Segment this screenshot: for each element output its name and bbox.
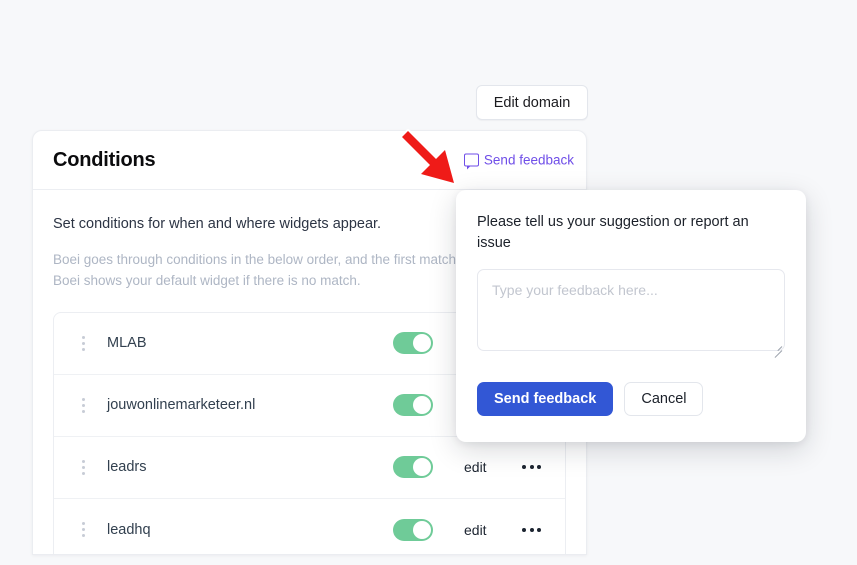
feedback-textarea-wrapper bbox=[477, 269, 785, 356]
send-feedback-button[interactable]: Send feedback bbox=[477, 382, 614, 417]
speech-bubble-icon bbox=[463, 153, 479, 170]
table-row[interactable]: leadrs edit bbox=[54, 437, 565, 499]
edit-domain-button[interactable]: Edit domain bbox=[476, 85, 588, 120]
feedback-popover-actions: Send feedback Cancel bbox=[477, 382, 785, 417]
drag-handle-icon[interactable] bbox=[76, 522, 90, 538]
edit-link[interactable]: edit bbox=[464, 522, 494, 538]
cancel-button[interactable]: Cancel bbox=[624, 382, 704, 417]
condition-toggle[interactable] bbox=[393, 518, 433, 541]
condition-name: leadhq bbox=[107, 521, 151, 538]
condition-name: leadrs bbox=[107, 459, 147, 476]
feedback-popover: Please tell us your suggestion or report… bbox=[456, 190, 806, 442]
feedback-textarea[interactable] bbox=[477, 269, 785, 352]
drag-handle-icon[interactable] bbox=[76, 397, 90, 413]
condition-toggle[interactable] bbox=[393, 394, 433, 417]
condition-name: MLAB bbox=[107, 335, 147, 352]
drag-handle-icon[interactable] bbox=[76, 335, 90, 351]
condition-toggle[interactable] bbox=[393, 332, 433, 355]
send-feedback-link-label: Send feedback bbox=[483, 152, 574, 168]
condition-name: jouwonlinemarketeer.nl bbox=[107, 397, 256, 414]
condition-toggle[interactable] bbox=[393, 456, 433, 479]
page-title: Conditions bbox=[53, 148, 156, 171]
panel-header: Conditions Send feedback bbox=[33, 131, 586, 190]
table-row[interactable]: leadhq edit bbox=[54, 499, 565, 554]
more-horizontal-icon[interactable] bbox=[522, 465, 541, 470]
send-feedback-link[interactable]: Send feedback bbox=[463, 152, 574, 170]
edit-link[interactable]: edit bbox=[464, 459, 494, 475]
more-horizontal-icon[interactable] bbox=[522, 527, 541, 532]
drag-handle-icon[interactable] bbox=[76, 459, 90, 475]
feedback-popover-title: Please tell us your suggestion or report… bbox=[477, 214, 749, 251]
